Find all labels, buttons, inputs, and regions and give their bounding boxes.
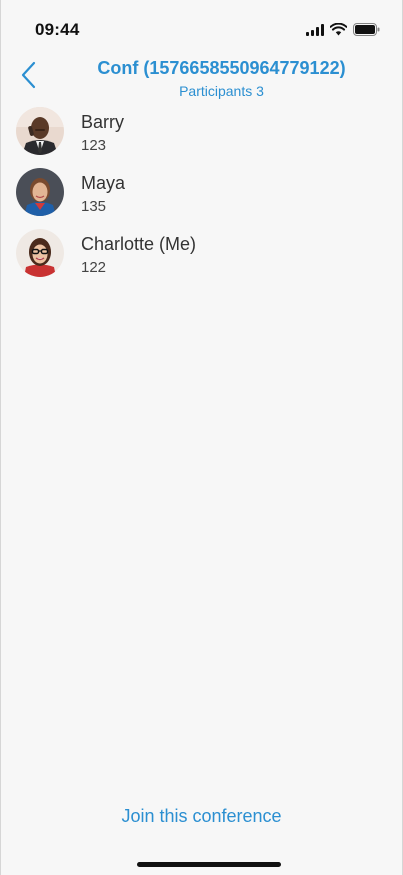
phone-screen: 09:44 Conf (1576658550964779122) Partici…	[0, 0, 403, 875]
participant-number: 135	[81, 198, 107, 215]
status-time: 09:44	[35, 20, 80, 39]
battery-icon	[353, 23, 380, 36]
page-title: Conf (1576658550964779122)	[97, 58, 346, 78]
avatar	[16, 229, 64, 277]
participant-row-barry[interactable]: Barry 123	[1, 104, 402, 165]
participant-name: Charlotte (Me)	[81, 234, 197, 254]
participant-list: Barry 123 Maya 135 Charlotte (Me) 122	[1, 104, 402, 287]
wifi-icon	[330, 23, 347, 36]
participant-name: Barry	[81, 112, 125, 132]
join-conference-button[interactable]: Join this conference	[1, 806, 402, 827]
nav-header: Conf (1576658550964779122) Participants …	[1, 52, 402, 100]
avatar	[16, 107, 64, 155]
cellular-signal-icon	[306, 23, 324, 36]
participants-count: Participants 3	[179, 83, 264, 99]
back-button[interactable]	[13, 58, 43, 92]
status-bar: 09:44	[1, 0, 402, 52]
participant-number: 123	[81, 137, 107, 154]
participant-name: Maya	[81, 173, 126, 193]
participant-number: 122	[81, 259, 107, 276]
participant-row-maya[interactable]: Maya 135	[1, 165, 402, 226]
participant-row-charlotte[interactable]: Charlotte (Me) 122	[1, 226, 402, 287]
status-icons	[306, 23, 380, 36]
home-indicator[interactable]	[137, 862, 281, 867]
chevron-left-icon	[21, 61, 36, 89]
avatar	[16, 168, 64, 216]
